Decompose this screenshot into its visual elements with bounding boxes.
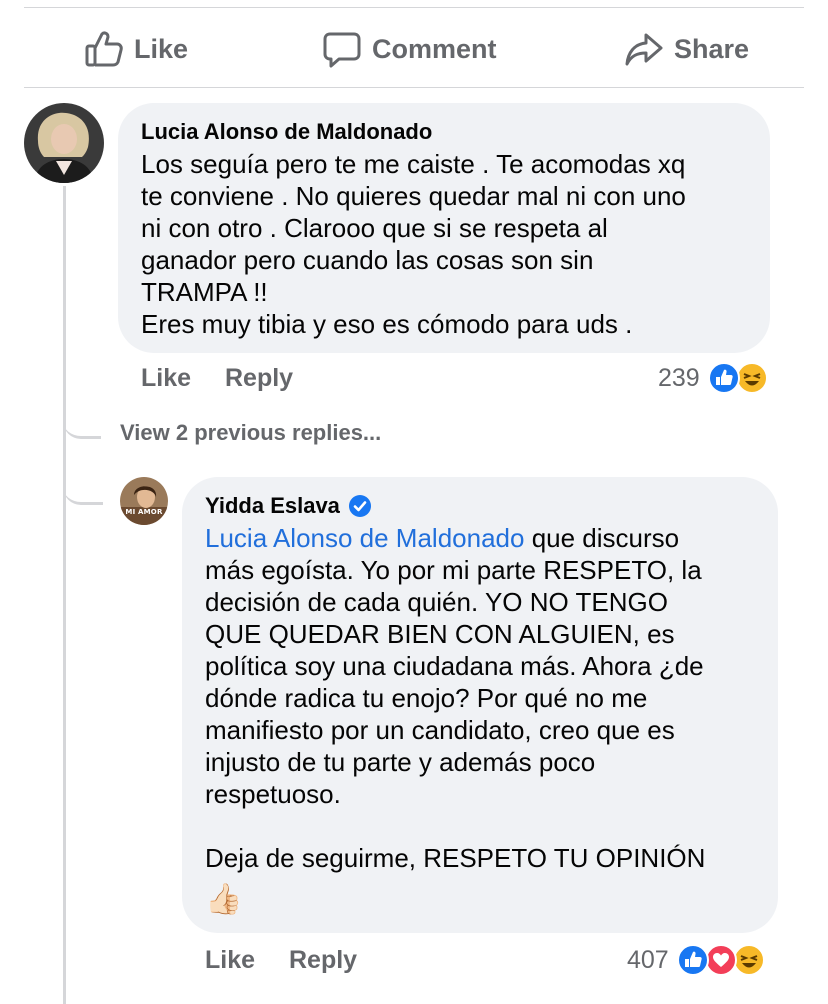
comment-bubble: Lucia Alonso de Maldonado Los seguía per… xyxy=(118,103,770,353)
share-arrow-icon xyxy=(625,33,663,66)
like-action-button[interactable]: Like xyxy=(84,28,188,70)
thumbs-up-icon xyxy=(85,31,123,67)
reaction-count: 239 xyxy=(658,363,700,392)
reply-avatar-caption: MI AMOR xyxy=(125,508,163,516)
mentioned-user-link[interactable]: Lucia Alonso de Maldonado xyxy=(205,523,524,553)
comment-like-button[interactable]: Like xyxy=(141,364,191,393)
love-reaction-icon xyxy=(704,944,737,976)
reply-body: que discurso más egoísta. Yo por mi part… xyxy=(205,523,706,873)
reply-text: Lucia Alonso de Maldonado que discurso m… xyxy=(205,522,756,874)
reply-reply-button[interactable]: Reply xyxy=(289,946,357,975)
thread-branch-reply xyxy=(63,470,103,505)
comment-action-label: Comment xyxy=(372,33,497,64)
thread-line xyxy=(63,186,66,1004)
share-action-label: Share xyxy=(674,33,750,64)
comment-text: Los seguía pero te me caiste . Te acomod… xyxy=(141,149,686,339)
haha-reaction-icon xyxy=(735,362,768,394)
reaction-summary[interactable]: 239 xyxy=(658,361,768,395)
thread-branch-view-replies xyxy=(63,400,101,439)
reply-profile-photo xyxy=(120,477,168,525)
reply-reaction-summary[interactable]: 407 xyxy=(627,943,767,977)
author-name[interactable]: Lucia Alonso de Maldonado xyxy=(141,119,432,145)
reply-avatar[interactable]: MI AMOR xyxy=(120,477,168,525)
view-previous-replies-link[interactable]: View 2 previous replies... xyxy=(120,420,381,446)
comment-reply-button[interactable]: Reply xyxy=(225,364,293,393)
like-reaction-icon xyxy=(676,944,709,976)
reply-reaction-count: 407 xyxy=(627,945,669,974)
like-action-label: Like xyxy=(134,33,189,64)
thumbs-up-emoji: 👍🏻 xyxy=(205,882,243,917)
top-divider xyxy=(24,7,804,8)
comment-action-button[interactable]: Comment xyxy=(322,28,497,70)
reply-author-name[interactable]: Yidda Eslava xyxy=(205,493,340,519)
verified-badge-icon xyxy=(348,495,371,517)
comment-bubble-icon xyxy=(323,32,361,68)
share-action-button[interactable]: Share xyxy=(624,28,749,70)
haha-reaction-icon xyxy=(732,944,765,976)
like-reaction-icon xyxy=(707,362,740,394)
reply-author[interactable]: Yidda Eslava xyxy=(205,493,756,519)
comment-author[interactable]: Lucia Alonso de Maldonado xyxy=(141,119,746,145)
reply-like-button[interactable]: Like xyxy=(205,946,255,975)
action-bar-divider xyxy=(24,87,804,88)
profile-photo xyxy=(24,103,104,183)
reply-bubble: Yidda Eslava Lucia Alonso de Maldonado q… xyxy=(182,477,778,933)
avatar[interactable] xyxy=(24,103,104,183)
